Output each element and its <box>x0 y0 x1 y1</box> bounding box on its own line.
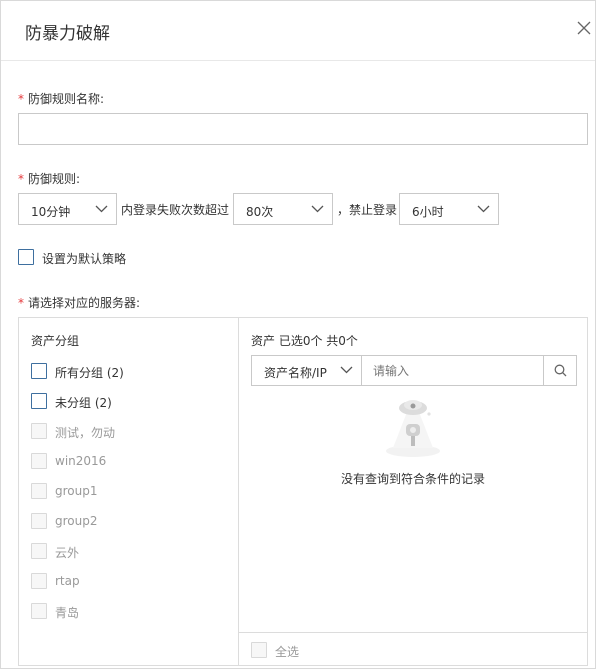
count-select[interactable]: 80次 <box>233 193 333 225</box>
group-checkbox[interactable] <box>31 393 47 409</box>
ban-duration-value: 6小时 <box>412 205 444 219</box>
asset-search-box: 资产名称/IP <box>251 355 577 386</box>
group-item-label: rtap <box>55 574 80 588</box>
group-checkbox[interactable] <box>31 363 47 379</box>
group-checkbox[interactable] <box>31 543 47 559</box>
search-field-value: 资产名称/IP <box>264 366 327 380</box>
group-item-label: 未分组 (2) <box>55 396 112 410</box>
select-all-label: 全选 <box>275 645 300 659</box>
asset-group-list: 资产分组 所有分组 (2) 未分组 (2) 测试，勿动 win2016 group1 gr… <box>19 318 239 665</box>
period-suffix-text: 内登录失败次数超过 <box>121 203 230 217</box>
required-mark: * <box>18 296 24 310</box>
dialog-title: 防暴力破解 <box>25 24 110 44</box>
chevron-down-icon <box>311 205 324 213</box>
group-item-label: win2016 <box>55 454 107 468</box>
dialog-header: 防暴力破解 <box>1 1 595 61</box>
group-checkbox[interactable] <box>31 603 47 619</box>
group-checkbox[interactable] <box>31 423 47 439</box>
brute-force-dialog: 防暴力破解 * 防御规则名称: * 防御规则: 10分钟 内登录失败次数超过 80次… <box>0 0 596 669</box>
default-policy-label: 设置为默认策略 <box>42 252 127 266</box>
group-checkbox[interactable] <box>31 453 47 469</box>
close-icon[interactable] <box>577 21 593 37</box>
chevron-down-icon <box>340 366 353 374</box>
select-all-checkbox[interactable] <box>251 642 267 658</box>
group-item-label: 测试，勿动 <box>55 426 116 440</box>
server-selector-panel: 资产分组 所有分组 (2) 未分组 (2) 测试，勿动 win2016 group1 gr… <box>18 317 588 666</box>
rule-name-label: * 防御规则名称: <box>18 92 105 106</box>
rule-name-input[interactable] <box>18 113 588 145</box>
asset-list-footer: 全选 <box>239 632 587 665</box>
period-select-value: 10分钟 <box>31 205 71 219</box>
required-mark: * <box>18 92 24 106</box>
search-button[interactable] <box>543 356 576 385</box>
search-input[interactable] <box>363 356 543 385</box>
empty-state-text: 没有查询到符合条件的记录 <box>340 472 485 486</box>
default-policy-checkbox[interactable] <box>18 249 34 265</box>
group-item-label: group2 <box>55 514 98 528</box>
asset-list: 资产 已选0个 共0个 资产名称/IP 请输入 没有查询到符合条件的记录 全选 <box>239 318 587 665</box>
ban-duration-select[interactable]: 6小时 <box>399 193 499 225</box>
chevron-down-icon <box>95 205 108 213</box>
group-item-label: 云外 <box>55 546 80 560</box>
rule-label: * 防御规则: <box>18 172 81 186</box>
period-select[interactable]: 10分钟 <box>18 193 117 225</box>
group-item-label: 所有分组 (2) <box>55 366 124 380</box>
empty-state-icon <box>379 394 449 463</box>
count-select-value: 80次 <box>246 205 274 219</box>
search-field-select[interactable]: 资产名称/IP <box>252 356 362 385</box>
group-item-label: 青岛 <box>55 606 80 620</box>
group-checkbox[interactable] <box>31 573 47 589</box>
search-icon <box>554 364 567 377</box>
chevron-down-icon <box>477 205 490 213</box>
count-suffix-text: ，禁止登录 <box>337 203 398 217</box>
group-checkbox[interactable] <box>31 483 47 499</box>
group-item-label: group1 <box>55 484 98 498</box>
group-checkbox[interactable] <box>31 513 47 529</box>
asset-list-header: 资产 已选0个 共0个 <box>251 334 358 348</box>
asset-group-title: 资产分组 <box>31 334 80 348</box>
required-mark: * <box>18 172 24 186</box>
server-label: * 请选择对应的服务器: <box>18 296 141 310</box>
